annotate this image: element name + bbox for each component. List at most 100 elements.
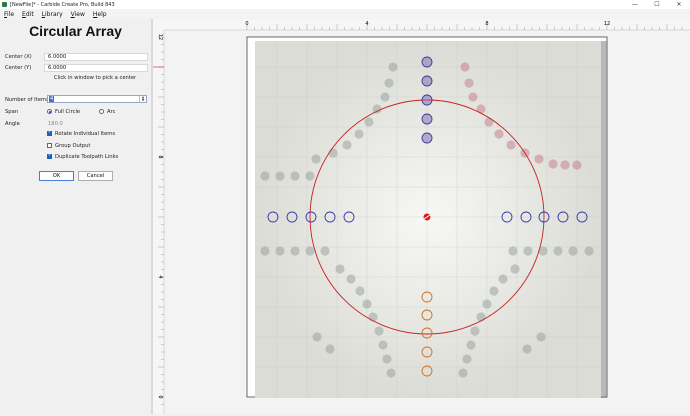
panel-title: Circular Array xyxy=(29,23,122,39)
template-hole xyxy=(380,92,390,102)
menu-library[interactable]: Library xyxy=(38,11,67,18)
full-circle-label: Full Circle xyxy=(55,109,81,115)
array-center-marker[interactable] xyxy=(423,213,431,221)
template-hole xyxy=(470,326,480,336)
template-hole xyxy=(290,171,300,181)
arc-radio[interactable] xyxy=(99,109,104,114)
center-y-input[interactable]: 6.0000 xyxy=(44,64,148,72)
ruler-top-0: 0 xyxy=(245,21,248,27)
template-hole xyxy=(476,312,486,322)
ruler-left-8: 8 xyxy=(157,155,163,158)
center-y-label: Center (Y) xyxy=(5,65,32,71)
title-bar: [NewFile]* - Carbide Create Pro, Build 8… xyxy=(0,0,690,9)
template-hole xyxy=(372,104,382,114)
num-items-value: 4 xyxy=(49,96,55,102)
template-hole xyxy=(328,148,338,158)
template-hole xyxy=(260,246,270,256)
template-hole xyxy=(476,104,486,114)
angle-value: 180.0 xyxy=(48,121,63,127)
template-hole xyxy=(568,246,578,256)
template-hole xyxy=(346,274,356,284)
ruler-top-12: 12 xyxy=(604,21,610,27)
menu-bar: File Edit Library View Help xyxy=(0,9,690,19)
template-hole xyxy=(494,129,504,139)
template-hole xyxy=(460,62,470,72)
template-hole xyxy=(384,78,394,88)
selected-circle-top xyxy=(421,75,433,87)
center-x-input[interactable]: 6.0000 xyxy=(44,53,148,61)
template-hole xyxy=(536,332,546,342)
template-hole xyxy=(498,274,508,284)
ruler-left-0: 0 xyxy=(157,395,163,398)
template-hole xyxy=(522,344,532,354)
menu-view[interactable]: View xyxy=(67,11,89,18)
ruler-top-8: 8 xyxy=(485,21,488,27)
template-hole xyxy=(534,154,544,164)
template-hole xyxy=(290,246,300,256)
pick-center-hint: Click in window to pick a center xyxy=(53,75,137,81)
left-ruler: 12 8 4 0 xyxy=(153,19,165,414)
template-hole xyxy=(468,92,478,102)
template-hole xyxy=(335,264,345,274)
group-output-checkbox[interactable] xyxy=(47,143,52,148)
template-hole xyxy=(506,140,516,150)
template-hole xyxy=(275,246,285,256)
template-hole xyxy=(311,154,321,164)
ruler-left-12: 12 xyxy=(157,34,163,40)
ruler-top-4: 4 xyxy=(365,21,368,27)
stepper-arrows-icon[interactable]: ▲ ▼ xyxy=(139,96,146,102)
template-hole xyxy=(362,299,372,309)
template-hole xyxy=(548,159,558,169)
menu-help[interactable]: Help xyxy=(89,11,111,18)
arc-label: Arc xyxy=(107,109,116,115)
template-hole xyxy=(320,246,330,256)
template-hole xyxy=(364,117,374,127)
center-x-label: Center (X) xyxy=(5,54,32,60)
template-hole xyxy=(510,264,520,274)
image-shadow xyxy=(601,41,607,398)
template-hole xyxy=(523,246,533,256)
selected-circle-top xyxy=(421,132,433,144)
ok-button[interactable]: OK xyxy=(39,171,74,181)
cancel-button[interactable]: Cancel xyxy=(78,171,113,181)
template-hole xyxy=(484,117,494,127)
template-hole xyxy=(378,340,388,350)
app-icon xyxy=(2,2,7,7)
rotate-items-checkbox[interactable] xyxy=(47,130,52,136)
template-hole xyxy=(382,354,392,364)
template-hole xyxy=(464,78,474,88)
template-hole xyxy=(560,160,570,170)
close-button[interactable]: ✕ xyxy=(668,0,690,9)
num-items-stepper[interactable]: 4 ▲ ▼ xyxy=(47,95,147,103)
window-controls: — ☐ ✕ xyxy=(624,0,690,9)
template-hole xyxy=(275,171,285,181)
ruler-left-4: 4 xyxy=(157,275,163,278)
template-hole xyxy=(508,246,518,256)
template-hole xyxy=(374,326,384,336)
template-hole xyxy=(388,62,398,72)
selected-circle-top xyxy=(421,56,433,68)
selected-circle-top xyxy=(421,94,433,106)
template-hole xyxy=(325,344,335,354)
template-hole xyxy=(553,246,563,256)
template-hole xyxy=(584,246,594,256)
template-hole xyxy=(305,171,315,181)
maximize-button[interactable]: ☐ xyxy=(646,0,668,9)
menu-file[interactable]: File xyxy=(0,11,18,18)
template-hole xyxy=(458,368,468,378)
selected-circle-top xyxy=(421,113,433,125)
template-hole xyxy=(368,312,378,322)
menu-edit[interactable]: Edit xyxy=(18,11,38,18)
full-circle-radio[interactable] xyxy=(47,109,52,114)
duplicate-links-checkbox[interactable] xyxy=(47,153,52,159)
template-hole xyxy=(572,160,582,170)
template-hole xyxy=(386,368,396,378)
rotate-items-label: Rotate Individual Items xyxy=(55,131,116,137)
template-hole xyxy=(305,246,315,256)
minimize-button[interactable]: — xyxy=(624,0,646,9)
design-canvas[interactable]: 0 4 8 12 12 8 4 0 xyxy=(153,19,690,414)
canvas-svg[interactable]: 0 4 8 12 12 8 4 0 xyxy=(153,19,690,414)
template-hole xyxy=(342,140,352,150)
template-hole xyxy=(489,286,499,296)
window-title: [NewFile]* - Carbide Create Pro, Build 8… xyxy=(10,1,115,8)
